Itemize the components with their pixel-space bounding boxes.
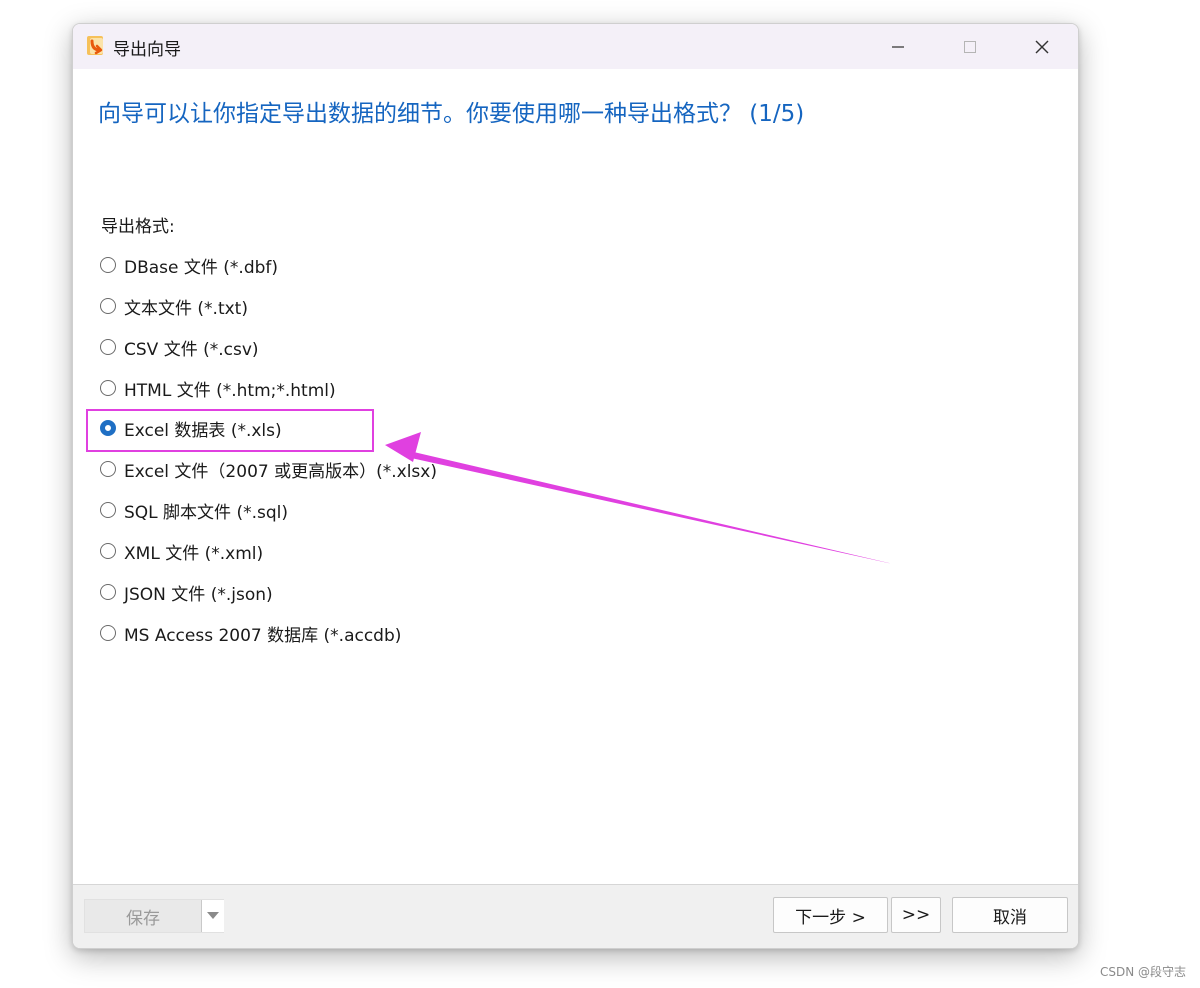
format-option-label: CSV 文件 (*.csv)	[124, 339, 259, 360]
format-option-xml[interactable]: XML 文件 (*.xml)	[100, 538, 263, 564]
save-dropdown-button[interactable]	[201, 900, 224, 932]
format-option-html[interactable]: HTML 文件 (*.htm;*.html)	[100, 375, 336, 401]
format-option-sql[interactable]: SQL 脚本文件 (*.sql)	[100, 497, 288, 523]
save-button[interactable]: 保存	[85, 900, 201, 932]
close-button[interactable]	[1007, 24, 1077, 69]
format-option-label: 文本文件 (*.txt)	[124, 298, 248, 319]
wizard-footer: 保存 下一步 > >> 取消	[73, 884, 1078, 948]
format-option-label: MS Access 2007 数据库 (*.accdb)	[124, 625, 402, 646]
radio-button[interactable]	[100, 461, 116, 477]
navicat-export-icon	[87, 36, 103, 55]
cancel-button[interactable]: 取消	[952, 897, 1068, 933]
radio-button[interactable]	[100, 339, 116, 355]
radio-button[interactable]	[100, 502, 116, 518]
minimize-icon	[892, 45, 904, 48]
format-option-txt[interactable]: 文本文件 (*.txt)	[100, 293, 248, 319]
wizard-heading: 向导可以让你指定导出数据的细节。你要使用哪一种导出格式？ (1/5)	[98, 101, 805, 127]
save-split-button: 保存	[84, 899, 224, 933]
format-option-label: SQL 脚本文件 (*.sql)	[124, 502, 288, 523]
annotation-highlight-box	[86, 409, 374, 452]
export-wizard-window: 导出向导 向导可以让你指定导出数据的细节。你要使用哪一种导出格式？ (1/5) …	[72, 23, 1079, 949]
next-button[interactable]: 下一步 >	[773, 897, 888, 933]
maximize-icon	[964, 40, 976, 53]
format-option-accdb[interactable]: MS Access 2007 数据库 (*.accdb)	[100, 620, 401, 646]
close-icon	[1035, 40, 1049, 53]
minimize-button[interactable]	[863, 24, 933, 69]
watermark: CSDN @段守志	[1099, 965, 1186, 979]
title-bar: 导出向导	[73, 24, 1078, 69]
radio-button[interactable]	[100, 625, 116, 641]
format-option-label: HTML 文件 (*.htm;*.html)	[124, 380, 336, 401]
chevron-down-icon	[207, 912, 219, 919]
radio-button[interactable]	[100, 380, 116, 396]
format-option-label: JSON 文件 (*.json)	[124, 584, 273, 605]
format-option-label: XML 文件 (*.xml)	[124, 543, 264, 564]
radio-button[interactable]	[100, 584, 116, 600]
skip-to-end-button[interactable]: >>	[891, 897, 941, 933]
window-title: 导出向导	[113, 40, 181, 60]
radio-button[interactable]	[100, 298, 116, 314]
radio-button[interactable]	[100, 257, 116, 273]
format-option-json[interactable]: JSON 文件 (*.json)	[100, 579, 273, 605]
format-option-dbf[interactable]: DBase 文件 (*.dbf)	[100, 252, 278, 278]
radio-button[interactable]	[100, 543, 116, 559]
format-option-label: DBase 文件 (*.dbf)	[124, 257, 279, 278]
export-format-label: 导出格式:	[101, 217, 175, 237]
annotation-arrow-icon	[385, 432, 893, 564]
maximize-button[interactable]	[935, 24, 1005, 69]
format-option-csv[interactable]: CSV 文件 (*.csv)	[100, 334, 259, 360]
